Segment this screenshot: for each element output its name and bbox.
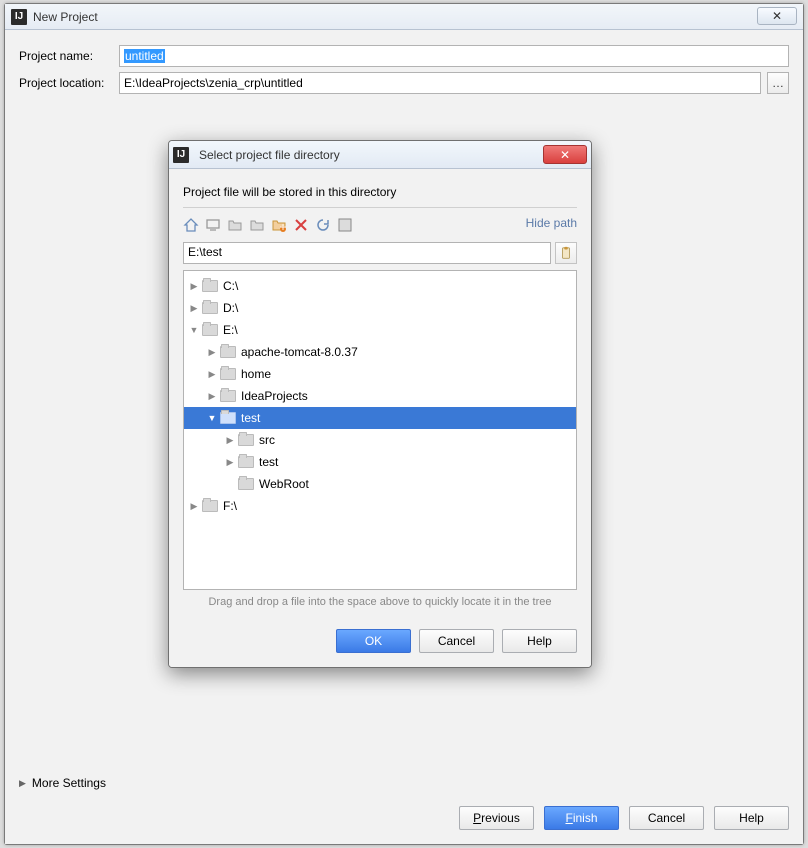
ellipsis-icon: … bbox=[772, 76, 784, 90]
tree-label: WebRoot bbox=[259, 477, 309, 491]
tree-label: D:\ bbox=[223, 301, 238, 315]
ok-button[interactable]: OK bbox=[336, 629, 411, 653]
project-location-input[interactable]: E:\IdeaProjects\zenia_crp\untitled bbox=[119, 72, 761, 94]
project-location-label: Project location: bbox=[19, 76, 119, 90]
modal-subtitle: Project file will be stored in this dire… bbox=[183, 185, 577, 199]
tree-label: E:\ bbox=[223, 323, 238, 337]
close-icon: ✕ bbox=[772, 9, 782, 23]
modal-close-button[interactable]: ✕ bbox=[543, 145, 587, 164]
directory-toolbar: + Hide path bbox=[183, 214, 577, 236]
history-paths-button[interactable] bbox=[555, 242, 577, 264]
tree-row[interactable]: ▶ test bbox=[184, 451, 576, 473]
project-name-label: Project name: bbox=[19, 49, 119, 63]
help-button[interactable]: Help bbox=[714, 806, 789, 830]
tree-row[interactable]: ▶ IdeaProjects bbox=[184, 385, 576, 407]
outer-title: New Project bbox=[33, 10, 98, 24]
modal-help-button[interactable]: Help bbox=[502, 629, 577, 653]
outer-titlebar[interactable]: IJ New Project ✕ bbox=[5, 4, 803, 30]
folder-icon bbox=[220, 368, 236, 380]
hide-path-link[interactable]: Hide path bbox=[526, 216, 577, 230]
folder-icon bbox=[202, 500, 218, 512]
chevron-right-icon[interactable]: ▶ bbox=[224, 435, 236, 446]
tree-label: home bbox=[241, 367, 271, 381]
finish-button[interactable]: Finish bbox=[544, 806, 619, 830]
chevron-right-icon[interactable]: ▶ bbox=[206, 347, 218, 358]
project-name-value: untitled bbox=[124, 49, 165, 63]
desktop-icon[interactable] bbox=[205, 217, 221, 233]
drag-drop-hint: Drag and drop a file into the space abov… bbox=[183, 596, 577, 608]
intellij-logo-icon: IJ bbox=[11, 9, 27, 25]
close-icon: ✕ bbox=[560, 148, 570, 162]
folder-icon bbox=[202, 324, 218, 336]
chevron-right-icon[interactable]: ▶ bbox=[206, 391, 218, 402]
tree-row[interactable]: ▶ home bbox=[184, 363, 576, 385]
tree-label: src bbox=[259, 433, 275, 447]
previous-button[interactable]: Previous bbox=[459, 806, 534, 830]
module-folder-icon[interactable] bbox=[249, 217, 265, 233]
tree-label: IdeaProjects bbox=[241, 389, 308, 403]
new-folder-icon[interactable]: + bbox=[271, 217, 287, 233]
folder-icon bbox=[238, 478, 254, 490]
project-name-input[interactable]: untitled bbox=[119, 45, 789, 67]
tree-row[interactable]: ▶ src bbox=[184, 429, 576, 451]
chevron-right-icon[interactable]: ▶ bbox=[188, 501, 200, 512]
outer-close-button[interactable]: ✕ bbox=[757, 7, 797, 25]
tree-row[interactable]: ▼ E:\ bbox=[184, 319, 576, 341]
tree-row[interactable]: ▶ F:\ bbox=[184, 495, 576, 517]
separator bbox=[183, 207, 577, 208]
project-folder-icon[interactable] bbox=[227, 217, 243, 233]
tree-row[interactable]: ▶ WebRoot bbox=[184, 473, 576, 495]
tree-row[interactable]: ▶ C:\ bbox=[184, 275, 576, 297]
refresh-icon[interactable] bbox=[315, 217, 331, 233]
folder-icon bbox=[202, 280, 218, 292]
directory-tree[interactable]: ▶ C:\ ▶ D:\ ▼ E:\ ▶ apache-tomcat-8.0.37 ▶ home ▶ I… bbox=[183, 270, 577, 590]
tree-label: C:\ bbox=[223, 279, 238, 293]
tree-label: test bbox=[259, 455, 278, 469]
chevron-right-icon[interactable]: ▶ bbox=[206, 369, 218, 380]
home-icon[interactable] bbox=[183, 217, 199, 233]
cancel-button[interactable]: Cancel bbox=[629, 806, 704, 830]
tree-label: F:\ bbox=[223, 499, 237, 513]
modal-title: Select project file directory bbox=[199, 148, 340, 162]
tree-label: apache-tomcat-8.0.37 bbox=[241, 345, 358, 359]
modal-body: Project file will be stored in this dire… bbox=[169, 169, 591, 667]
folder-icon bbox=[220, 346, 236, 358]
chevron-right-icon[interactable]: ▶ bbox=[188, 303, 200, 314]
browse-location-button[interactable]: … bbox=[767, 72, 789, 94]
chevron-right-icon[interactable]: ▶ bbox=[188, 281, 200, 292]
intellij-logo-icon: IJ bbox=[173, 147, 189, 163]
chevron-down-icon[interactable]: ▼ bbox=[206, 413, 218, 423]
tree-label: test bbox=[241, 411, 260, 425]
svg-text:+: + bbox=[279, 220, 286, 233]
delete-icon[interactable] bbox=[293, 217, 309, 233]
chevron-right-icon[interactable]: ▶ bbox=[224, 479, 236, 490]
folder-icon bbox=[238, 434, 254, 446]
select-directory-dialog: IJ Select project file directory ✕ Proje… bbox=[168, 140, 592, 668]
tree-row[interactable]: ▶ apache-tomcat-8.0.37 bbox=[184, 341, 576, 363]
show-hidden-icon[interactable] bbox=[337, 217, 353, 233]
chevron-right-icon[interactable]: ▶ bbox=[224, 457, 236, 468]
tree-row[interactable]: ▶ D:\ bbox=[184, 297, 576, 319]
folder-icon bbox=[220, 390, 236, 402]
folder-icon bbox=[238, 456, 254, 468]
modal-cancel-button[interactable]: Cancel bbox=[419, 629, 494, 653]
directory-path-input[interactable]: E:\test bbox=[183, 242, 551, 264]
folder-icon bbox=[220, 412, 236, 424]
folder-icon bbox=[202, 302, 218, 314]
more-settings-label: More Settings bbox=[32, 776, 106, 790]
more-settings-toggle[interactable]: ▶ More Settings bbox=[19, 776, 106, 790]
chevron-down-icon[interactable]: ▼ bbox=[188, 325, 200, 335]
tree-row[interactable]: ▼ test bbox=[184, 407, 576, 429]
chevron-right-icon: ▶ bbox=[19, 778, 26, 789]
modal-titlebar[interactable]: IJ Select project file directory ✕ bbox=[169, 141, 591, 169]
